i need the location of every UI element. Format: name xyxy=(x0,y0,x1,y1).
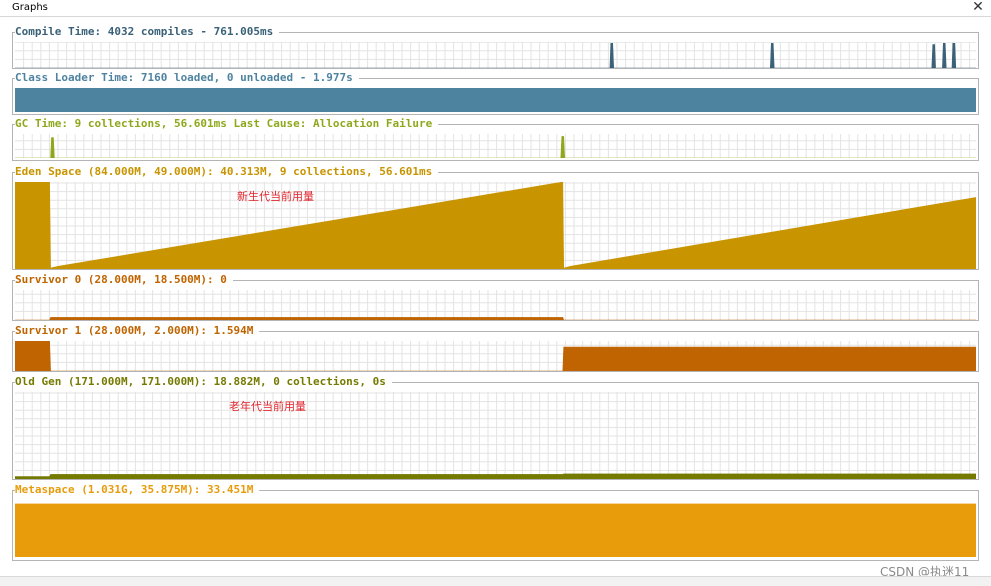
old-gen-series-area xyxy=(15,473,976,479)
compile-time-title: Compile Time: 4032 compiles - 761.005ms xyxy=(15,24,280,39)
survivor-0-graph xyxy=(15,290,976,320)
metaspace-series-area xyxy=(15,503,976,557)
metaspace-graph xyxy=(15,503,976,557)
metaspace-panel: Metaspace (1.031G, 35.875M): 33.451M xyxy=(12,482,979,561)
window-title: Graphs xyxy=(12,2,48,13)
class-loader-time-panel: Class Loader Time: 7160 loaded, 0 unload… xyxy=(12,70,979,115)
close-icon[interactable]: ✕ xyxy=(970,0,986,16)
old-gen-annotation: 老年代当前用量 xyxy=(229,400,306,413)
eden-space-panel: Eden Space (84.000M, 49.000M): 40.313M, … xyxy=(12,164,979,270)
survivor-1-graph xyxy=(15,341,976,371)
eden-annotation: 新生代当前用量 xyxy=(237,190,314,203)
eden-space-graph xyxy=(15,182,976,269)
survivor-0-panel: Survivor 0 (28.000M, 18.500M): 0 xyxy=(12,272,979,321)
compile-time-graph xyxy=(15,42,976,68)
status-strip xyxy=(0,576,991,586)
title-bar: Graphs ✕ xyxy=(0,0,991,17)
old-gen-panel: Old Gen (171.000M, 171.000M): 18.882M, 0… xyxy=(12,374,979,480)
class-loader-time-title: Class Loader Time: 7160 loaded, 0 unload… xyxy=(15,70,359,85)
survivor-1-panel: Survivor 1 (28.000M, 2.000M): 1.594M xyxy=(12,323,979,372)
gc-time-graph xyxy=(15,134,976,158)
gc-time-panel: GC Time: 9 collections, 56.601ms Last Ca… xyxy=(12,116,979,161)
gc-time-title: GC Time: 9 collections, 56.601ms Last Ca… xyxy=(15,116,439,131)
old-gen-graph xyxy=(15,392,976,479)
eden-space-title: Eden Space (84.000M, 49.000M): 40.313M, … xyxy=(15,164,439,179)
metaspace-title: Metaspace (1.031G, 35.875M): 33.451M xyxy=(15,482,260,497)
class-loader-time-graph xyxy=(15,88,976,112)
survivor-0-title: Survivor 0 (28.000M, 18.500M): 0 xyxy=(15,272,233,287)
class-loader-time-series-area xyxy=(15,88,976,112)
old-gen-title: Old Gen (171.000M, 171.000M): 18.882M, 0… xyxy=(15,374,392,389)
survivor-1-title: Survivor 1 (28.000M, 2.000M): 1.594M xyxy=(15,323,260,338)
compile-time-panel: Compile Time: 4032 compiles - 761.005ms xyxy=(12,24,979,69)
